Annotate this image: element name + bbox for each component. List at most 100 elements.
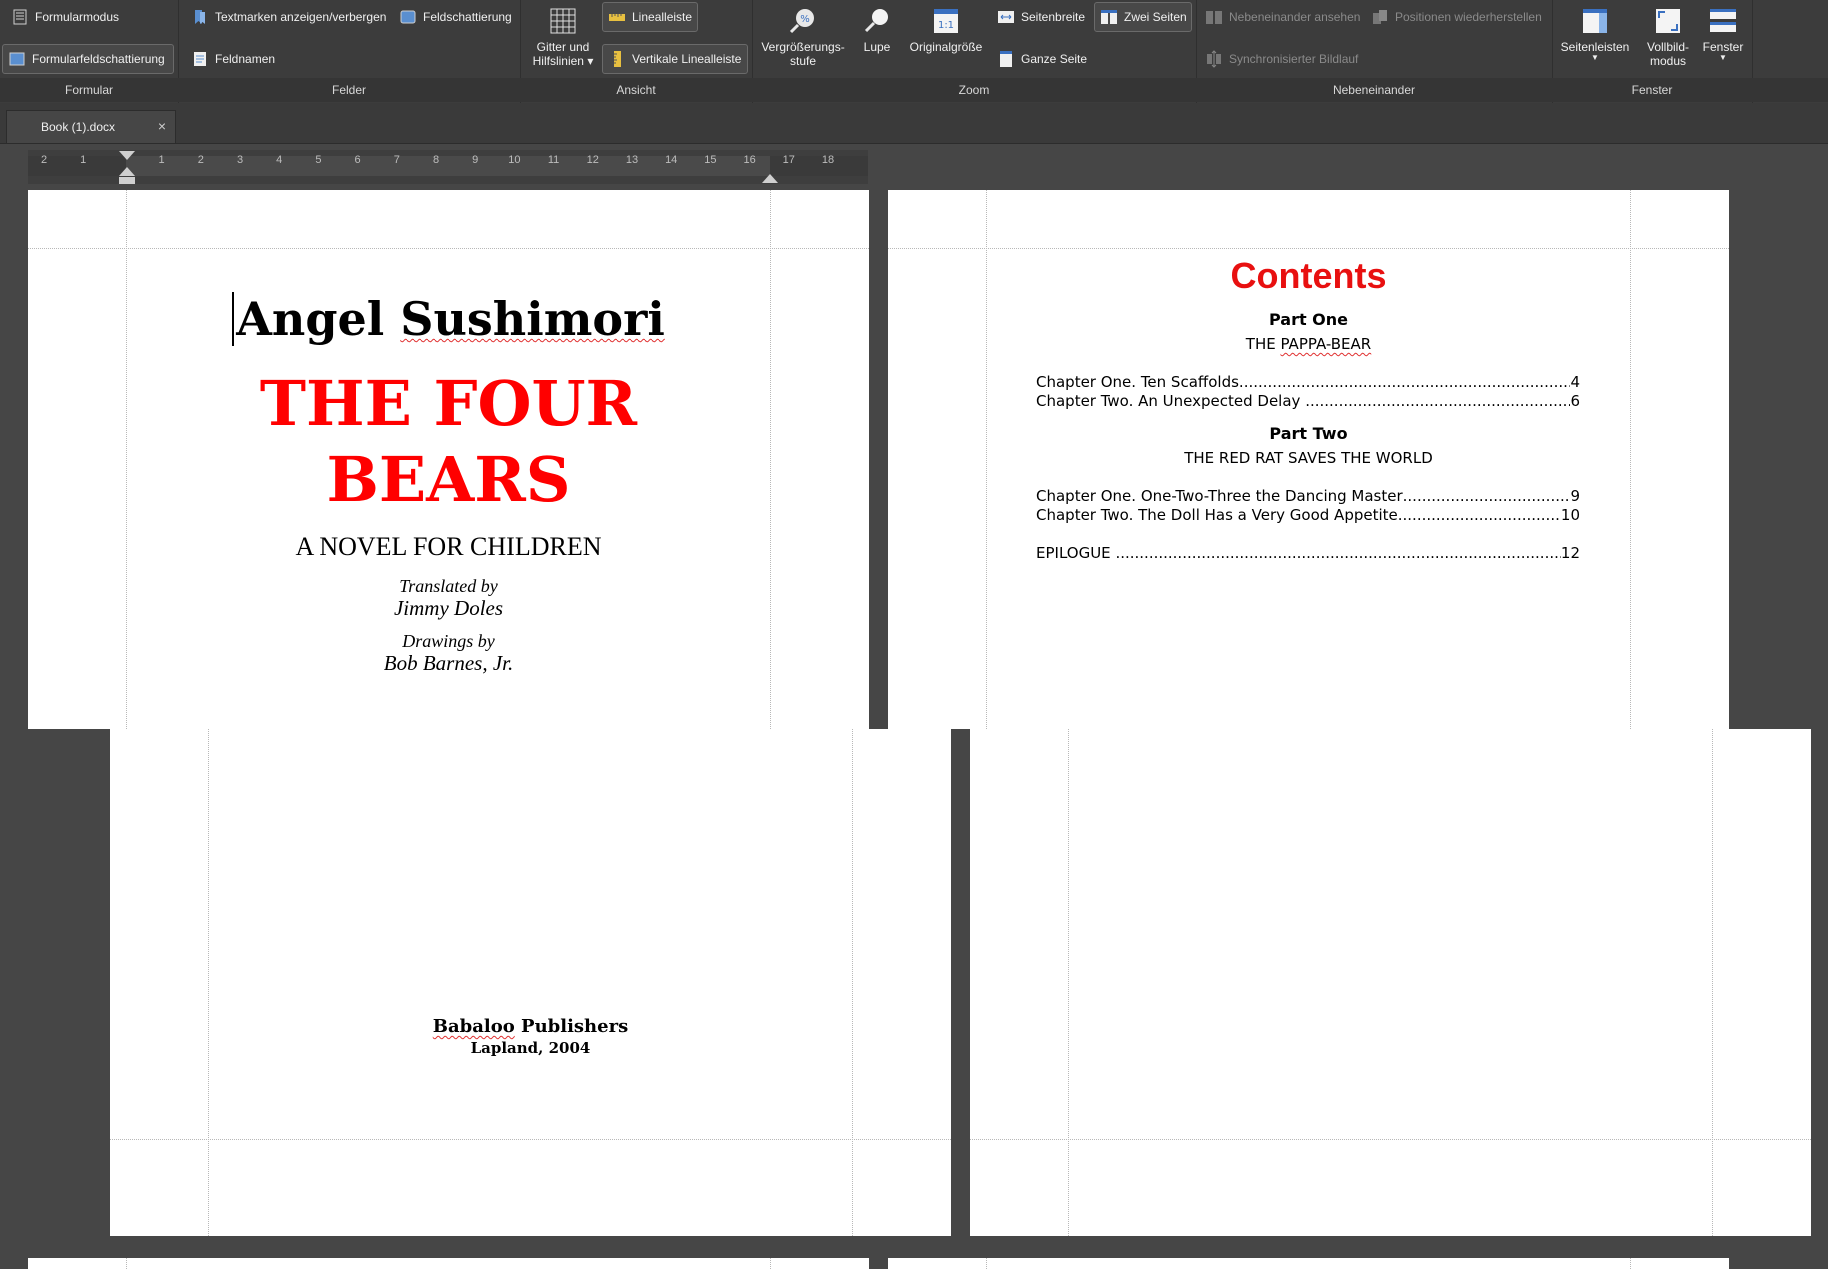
translated-by-label: Translated by bbox=[399, 576, 498, 596]
window-button[interactable]: Fenster ▼ bbox=[1698, 2, 1748, 62]
part-one-title-prefix: THE bbox=[1245, 335, 1281, 353]
group-label-zoom: Zoom bbox=[752, 78, 1196, 102]
two-pages-label: Zwei Seiten bbox=[1124, 10, 1187, 24]
ribbon-label-strip-end bbox=[1752, 78, 1828, 102]
page-blank[interactable] bbox=[970, 729, 1811, 1236]
group-label-formular: Formular bbox=[0, 78, 178, 102]
original-size-label: Originalgröße bbox=[909, 40, 983, 54]
group-formular: Formularmodus Formularfeldschattierung F… bbox=[0, 0, 179, 103]
close-icon[interactable]: × bbox=[158, 118, 166, 134]
part-one-title: THE PAPPA-BEAR bbox=[888, 335, 1729, 353]
toc-entry-label: Chapter One. One-Two-Three the Dancing M… bbox=[1036, 487, 1403, 505]
fullscreen-label-1: Vollbild- bbox=[1646, 40, 1690, 54]
ruler-tick: 4 bbox=[276, 154, 283, 166]
ruler-strip bbox=[28, 156, 868, 176]
book-title-line-2: BEARS bbox=[326, 443, 571, 516]
page-contents[interactable]: Contents Part One THE PAPPA-BEAR Chapter… bbox=[888, 190, 1729, 729]
ruler-tick: 13 bbox=[625, 154, 639, 166]
group-label-nebeneinander: Nebeneinander bbox=[1196, 78, 1552, 102]
toc-leader-dots: ........................................… bbox=[1115, 544, 1561, 562]
form-field-shading-icon bbox=[9, 52, 25, 66]
book-title: THE FOUR BEARS bbox=[28, 366, 869, 518]
margin-guide bbox=[986, 1258, 987, 1269]
ruler-tick: 10 bbox=[508, 154, 521, 166]
margin-guide bbox=[126, 1258, 127, 1269]
grid-icon bbox=[550, 8, 576, 34]
toc-entry[interactable]: EPILOGUE ...............................… bbox=[1036, 544, 1580, 563]
toc-entry-label: Chapter One. Ten Scaffolds bbox=[1036, 373, 1239, 391]
author-last-name: Sushimori bbox=[400, 292, 665, 346]
margin-guide bbox=[1712, 729, 1713, 1236]
group-zoom: % Vergrößerungs- stufe Lupe 1:1 Original… bbox=[752, 0, 1197, 103]
toc-part-one-list: Chapter One. Ten Scaffolds..............… bbox=[1036, 373, 1580, 411]
page-width-button[interactable]: Seitenbreite bbox=[992, 2, 1090, 32]
field-shading-button[interactable]: Feldschattierung bbox=[394, 2, 517, 32]
page-width-icon bbox=[998, 11, 1014, 23]
ruler-toggle-button[interactable]: Linealleiste bbox=[602, 2, 698, 32]
document-tab-bar: Book (1).docx × bbox=[0, 103, 1828, 144]
side-by-side-button[interactable]: Nebeneinander ansehen bbox=[1200, 2, 1365, 32]
toc-entry[interactable]: Chapter One. Ten Scaffolds..............… bbox=[1036, 373, 1580, 392]
page-next-left[interactable] bbox=[28, 1258, 869, 1269]
page-publisher[interactable]: Babaloo Publishers Lapland, 2004 bbox=[110, 729, 951, 1236]
margin-guide bbox=[208, 729, 209, 1236]
vertical-ruler-toggle-label: Vertikale Linealleiste bbox=[632, 52, 742, 66]
ruler-tick: 15 bbox=[704, 154, 717, 166]
whole-page-button[interactable]: Ganze Seite bbox=[992, 44, 1092, 74]
form-mode-button[interactable]: Formularmodus bbox=[6, 2, 124, 32]
vertical-ruler-toggle-button[interactable]: Vertikale Linealleiste bbox=[602, 44, 748, 74]
zoom-level-button[interactable]: % Vergrößerungs- stufe bbox=[758, 2, 848, 68]
sync-scroll-icon bbox=[1207, 50, 1221, 68]
toc-entry-label: Chapter Two. An Unexpected Delay bbox=[1036, 392, 1306, 410]
author-name: Angel Sushimori bbox=[28, 292, 869, 346]
page-next-right[interactable] bbox=[888, 1258, 1729, 1269]
two-pages-icon bbox=[1101, 10, 1117, 24]
two-pages-button[interactable]: Zwei Seiten bbox=[1094, 2, 1192, 32]
page-title[interactable]: Angel Sushimori THE FOUR BEARS A NOVEL F… bbox=[28, 190, 869, 729]
toc-epilogue-list: EPILOGUE ...............................… bbox=[1036, 544, 1580, 563]
toc-entry-page: 12 bbox=[1560, 544, 1580, 562]
margin-guide bbox=[1630, 1258, 1631, 1269]
ruler-tick: 14 bbox=[665, 154, 678, 166]
group-label-felder: Felder bbox=[178, 78, 520, 102]
fullscreen-button[interactable]: Vollbild- modus bbox=[1636, 2, 1700, 68]
fullscreen-icon bbox=[1656, 9, 1680, 33]
sidebars-button[interactable]: Seitenleisten ▼ bbox=[1558, 2, 1632, 62]
restore-positions-button[interactable]: Positionen wiederherstellen bbox=[1366, 2, 1547, 32]
horizontal-ruler[interactable]: 2 1 1 2 3 4 5 6 7 8 9 10 11 12 13 14 15 16 17 18 bbox=[28, 150, 868, 184]
window-label: Fenster bbox=[1702, 40, 1744, 54]
publisher-name-b: Publishers bbox=[514, 1016, 629, 1037]
toc-entry-page: 9 bbox=[1570, 487, 1580, 505]
group-label-ansicht: Ansicht bbox=[520, 78, 752, 102]
toc-leader-dots: ........................................… bbox=[1402, 487, 1571, 505]
toc-entry[interactable]: Chapter Two. An Unexpected Delay .......… bbox=[1036, 392, 1580, 411]
form-field-shading-button[interactable]: Formularfeldschattierung bbox=[2, 44, 174, 74]
toc-entry[interactable]: Chapter One. One-Two-Three the Dancing M… bbox=[1036, 487, 1580, 506]
right-indent-marker-icon[interactable] bbox=[761, 166, 779, 184]
ruler-tick: 8 bbox=[432, 154, 440, 166]
ruler-tick: 2 bbox=[40, 154, 48, 166]
field-names-button[interactable]: Feldnamen bbox=[186, 44, 280, 74]
document-tab[interactable]: Book (1).docx × bbox=[6, 110, 176, 143]
svg-text:%: % bbox=[800, 14, 810, 25]
magnifier-button[interactable]: Lupe bbox=[852, 2, 902, 54]
original-size-icon: 1:1 bbox=[934, 9, 958, 33]
toc-entry[interactable]: Chapter Two. The Doll Has a Very Good Ap… bbox=[1036, 506, 1580, 525]
sync-scroll-button[interactable]: Synchronisierter Bildlauf bbox=[1200, 44, 1363, 74]
margin-guide bbox=[28, 248, 869, 249]
bookmarks-toggle-button[interactable]: Textmarken anzeigen/verbergen bbox=[186, 2, 391, 32]
side-by-side-icon bbox=[1206, 11, 1222, 24]
part-one-title-name: PAPPA-BEAR bbox=[1280, 335, 1372, 353]
grid-guides-button[interactable]: Gitter und Hilfslinien ▾ bbox=[528, 2, 598, 68]
chevron-down-icon: ▼ bbox=[1591, 53, 1599, 62]
ruler-tick: 5 bbox=[315, 154, 322, 166]
original-size-button[interactable]: 1:1 Originalgröße bbox=[904, 2, 988, 54]
contents-heading: Contents bbox=[1230, 255, 1387, 296]
ruler-tick: 18 bbox=[821, 154, 835, 166]
group-fenster: Seitenleisten ▼ Vollbild- modus Fenster … bbox=[1552, 0, 1753, 103]
original-size-glyph: 1:1 bbox=[938, 20, 954, 31]
grid-label-2: Hilfslinien ▾ bbox=[533, 54, 594, 68]
indent-marker-icon[interactable] bbox=[118, 150, 136, 188]
ruler-tick: 16 bbox=[743, 154, 756, 166]
page-width-label: Seitenbreite bbox=[1021, 10, 1086, 24]
